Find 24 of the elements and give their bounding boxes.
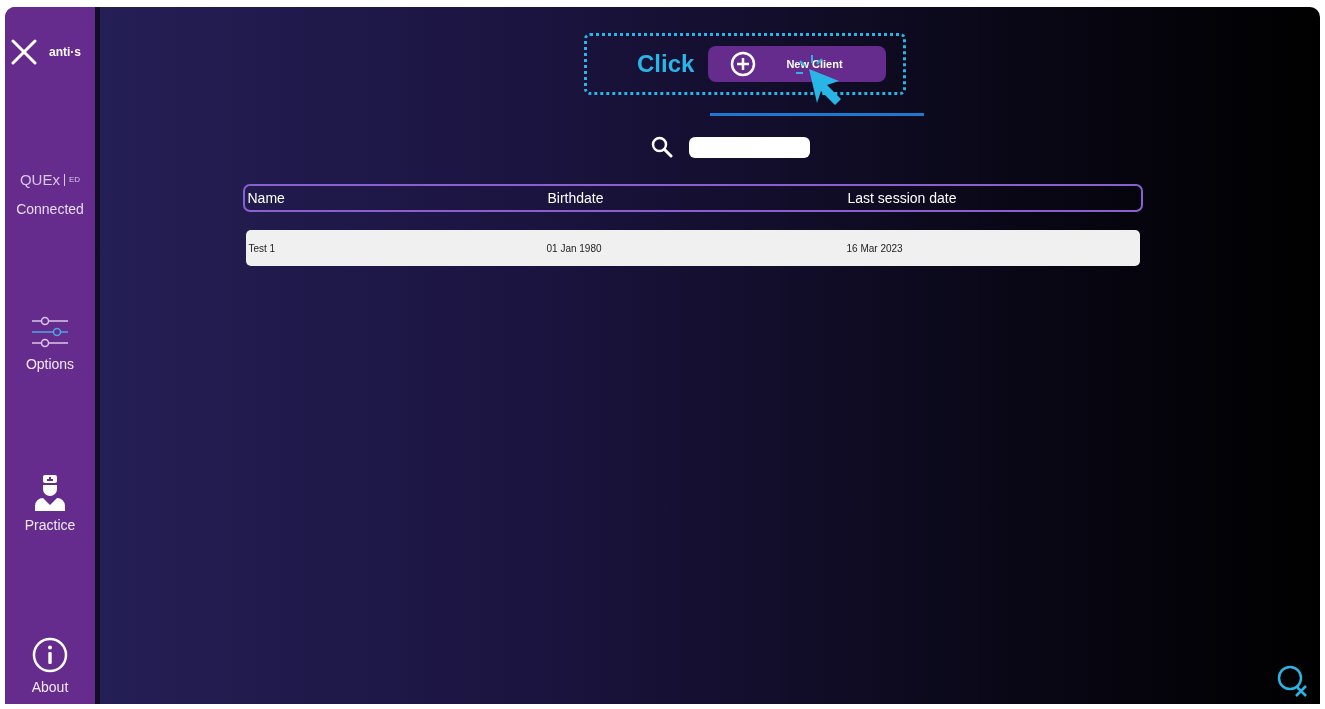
brand-name: anti·s bbox=[49, 44, 81, 61]
connection-status: Connected bbox=[16, 199, 84, 219]
table-cell-text: 01 Jan 1980 bbox=[546, 241, 603, 256]
plus-circle-icon bbox=[730, 51, 757, 77]
sidebar-item[interactable]: Options bbox=[25, 315, 75, 375]
device-logo: QUEx bbox=[19, 170, 60, 190]
corner-logo-icon bbox=[1276, 664, 1310, 698]
click-label: Click bbox=[637, 49, 695, 79]
table-cell-text: 16 Mar 2023 bbox=[846, 241, 904, 256]
column-header: Last session date bbox=[847, 188, 958, 208]
column-header: Name bbox=[247, 188, 286, 208]
info-icon bbox=[32, 637, 68, 673]
new-client-button[interactable]: New Client bbox=[708, 46, 887, 82]
doctor-icon bbox=[35, 474, 65, 511]
sidebar-item[interactable]: About bbox=[31, 637, 69, 698]
column-header: Birthdate bbox=[547, 188, 605, 208]
sliders-icon bbox=[31, 315, 69, 350]
brand-x-icon bbox=[11, 39, 37, 65]
device-edition: ED bbox=[63, 174, 81, 187]
search-icon bbox=[650, 136, 673, 158]
sidebar-item[interactable]: Practice bbox=[24, 474, 76, 536]
search-field[interactable] bbox=[688, 136, 810, 158]
table-row[interactable]: Test 1 01 Jan 1980 16 Mar 2023 bbox=[245, 230, 1140, 266]
table-cell-text: Test 1 bbox=[248, 241, 277, 256]
